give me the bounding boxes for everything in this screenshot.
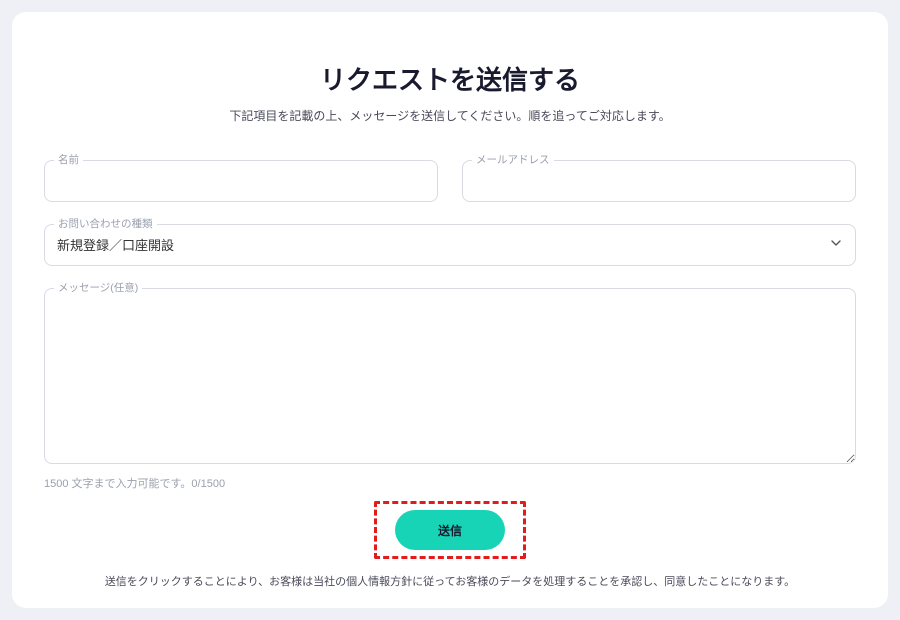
page-title: リクエストを送信する (44, 60, 856, 97)
name-label: 名前 (54, 152, 83, 167)
row-message: メッセージ(任意) 1500 文字まで入力可能です。0/1500 (44, 288, 856, 491)
inquiry-label: お問い合わせの種類 (54, 216, 157, 231)
row-name-email: 名前 メールアドレス (44, 160, 856, 202)
message-label: メッセージ(任意) (54, 280, 142, 295)
row-inquiry: お問い合わせの種類 新規登録／口座開設 (44, 224, 856, 266)
email-label: メールアドレス (472, 152, 554, 167)
submit-button[interactable]: 送信 (395, 510, 505, 550)
char-counter: 1500 文字まで入力可能です。0/1500 (44, 475, 856, 491)
form-card: リクエストを送信する 下記項目を記載の上、メッセージを送信してください。順を追っ… (12, 12, 888, 608)
message-textarea[interactable] (44, 288, 856, 464)
submit-highlight-box: 送信 (374, 501, 526, 559)
field-inquiry: お問い合わせの種類 新規登録／口座開設 (44, 224, 856, 266)
name-input[interactable] (44, 160, 438, 202)
field-email: メールアドレス (462, 160, 856, 202)
page-subtitle: 下記項目を記載の上、メッセージを送信してください。順を追ってご対応します。 (44, 107, 856, 124)
inquiry-select[interactable]: 新規登録／口座開設 (44, 224, 856, 266)
field-message: メッセージ(任意) 1500 文字まで入力可能です。0/1500 (44, 288, 856, 491)
consent-text: 送信をクリックすることにより、お客様は当社の個人情報方針に従ってお客様のデータを… (44, 573, 856, 589)
field-name: 名前 (44, 160, 438, 202)
submit-row: 送信 (44, 501, 856, 559)
